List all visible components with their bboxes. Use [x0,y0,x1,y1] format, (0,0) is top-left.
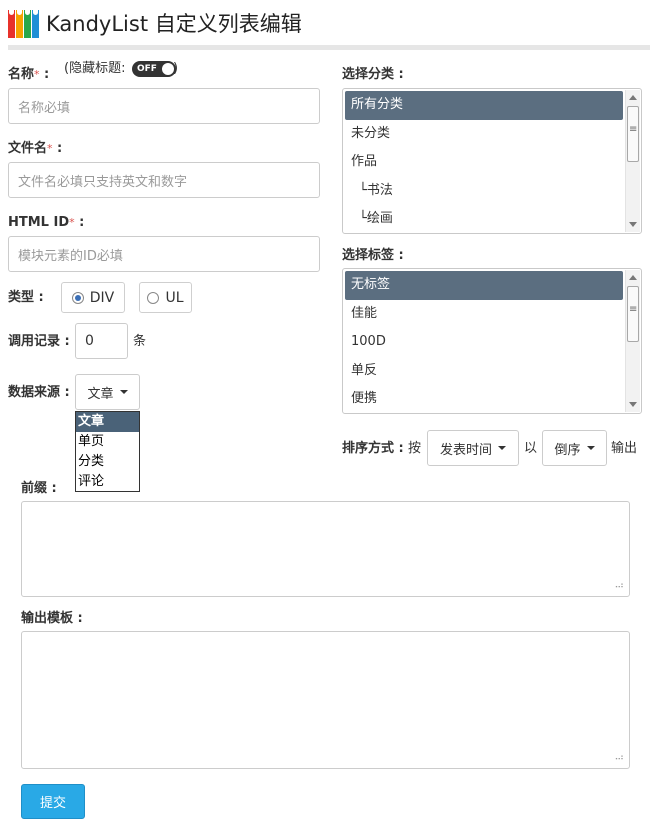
filename-input[interactable]: 文件名必填只支持英文和数字 [8,162,320,198]
header-divider [8,45,650,50]
scroll-up-icon[interactable] [629,95,637,100]
hide-title-toggle[interactable]: OFF [132,61,176,77]
prefix-textarea[interactable]: ⠠⠴ [21,501,630,597]
source-select[interactable]: 文章 [75,374,140,410]
filename-label-colon: : [57,141,63,156]
name-label-text: 名称 [8,67,35,82]
tag-option[interactable]: 无标签 [345,271,623,300]
tag-option[interactable]: 单反 [345,357,623,386]
tag-option[interactable]: 佳能 [345,300,623,329]
logo-bar-blue [32,10,39,38]
app-logo [8,10,42,38]
sort-order-value: 倒序 [554,442,581,458]
tags-label: 选择标签 : [342,248,404,263]
sort-with-text: 以 [524,441,538,456]
logo-bar-red [8,10,15,38]
name-input-placeholder: 名称必填 [18,100,71,116]
required-mark: * [47,142,53,155]
tags-scrollbar[interactable] [625,270,640,412]
template-textarea[interactable]: ⠠⠴ [21,631,630,769]
category-listbox[interactable]: 所有分类 未分类 作品 └书法 └绘画 [342,88,642,234]
hide-title-close: ) [173,61,179,76]
source-option[interactable]: 文章 [76,412,139,432]
html-id-label-text: HTML ID [8,215,70,230]
html-id-label-colon: : [79,215,85,230]
tag-option[interactable]: 100D [345,328,623,357]
resize-grip-icon[interactable]: ⠠⠴ [612,582,624,591]
resize-grip-icon[interactable]: ⠠⠴ [612,754,624,763]
sort-output-text: 输出 [611,441,638,456]
source-option[interactable]: 单页 [76,432,139,452]
count-label: 调用记录 : [8,334,70,349]
count-input-value: 0 [85,333,94,349]
type-label: 类型 : [8,290,44,305]
source-option[interactable]: 评论 [76,472,139,492]
submit-button[interactable]: 提交 [21,784,85,819]
chevron-down-icon [119,390,128,394]
name-label: 名称* : [8,66,49,84]
filename-label-text: 文件名 [8,141,48,156]
template-label: 输出模板 : [21,611,83,626]
chevron-down-icon [498,446,506,450]
scroll-down-icon[interactable] [629,402,637,407]
page-title: KandyList 自定义列表编辑 [46,12,302,36]
sort-field-select[interactable]: 发表时间 [427,430,519,466]
html-id-input-placeholder: 模块元素的ID必填 [18,248,123,264]
type-radio-ul[interactable]: UL [139,282,192,313]
name-label-colon: : [44,67,50,82]
scroll-down-icon[interactable] [629,222,637,227]
scroll-up-icon[interactable] [629,275,637,280]
sort-by-text: 按 [408,441,422,456]
logo-bar-green [24,10,31,38]
html-id-label: HTML ID* : [8,214,84,232]
category-label: 选择分类 : [342,67,404,82]
type-radio-div[interactable]: DIV [61,282,125,313]
logo-bar-orange [16,10,23,38]
hide-title-label: (隐藏标题: [64,61,126,76]
category-option[interactable]: 作品 [345,148,623,177]
radio-checked-icon [71,291,84,304]
required-mark: * [34,68,40,81]
tag-option[interactable]: 便携 [345,385,623,413]
count-unit: 条 [133,334,147,349]
source-dropdown: 文章 单页 分类 评论 [75,411,140,492]
html-id-input[interactable]: 模块元素的ID必填 [8,236,320,272]
category-option[interactable]: 未分类 [345,120,623,149]
tags-listbox[interactable]: 无标签 佳能 100D 单反 便携 [342,268,642,414]
category-option[interactable]: 所有分类 [345,91,623,120]
count-input[interactable]: 0 [75,323,128,359]
required-mark: * [69,216,75,229]
filename-input-placeholder: 文件名必填只支持英文和数字 [18,174,188,190]
sort-label: 排序方式 : [342,441,404,456]
category-option[interactable]: └书法 [345,177,623,206]
category-option[interactable]: └绘画 [345,205,623,233]
scroll-thumb[interactable] [627,286,639,342]
type-radio-div-label: DIV [89,289,115,306]
sort-field-value: 发表时间 [439,442,492,458]
prefix-label: 前缀 : [21,481,57,496]
sort-order-select[interactable]: 倒序 [542,430,607,466]
category-scrollbar[interactable] [625,90,640,232]
type-radio-ul-label: UL [165,289,184,306]
filename-label: 文件名* : [8,140,62,158]
source-label: 数据来源 : [8,385,70,400]
source-option[interactable]: 分类 [76,452,139,472]
name-input[interactable]: 名称必填 [8,88,320,124]
chevron-down-icon [586,446,595,450]
scroll-thumb[interactable] [627,106,639,162]
toggle-state: OFF [137,64,157,74]
source-select-value: 文章 [87,386,114,402]
radio-unchecked-icon [147,291,160,304]
